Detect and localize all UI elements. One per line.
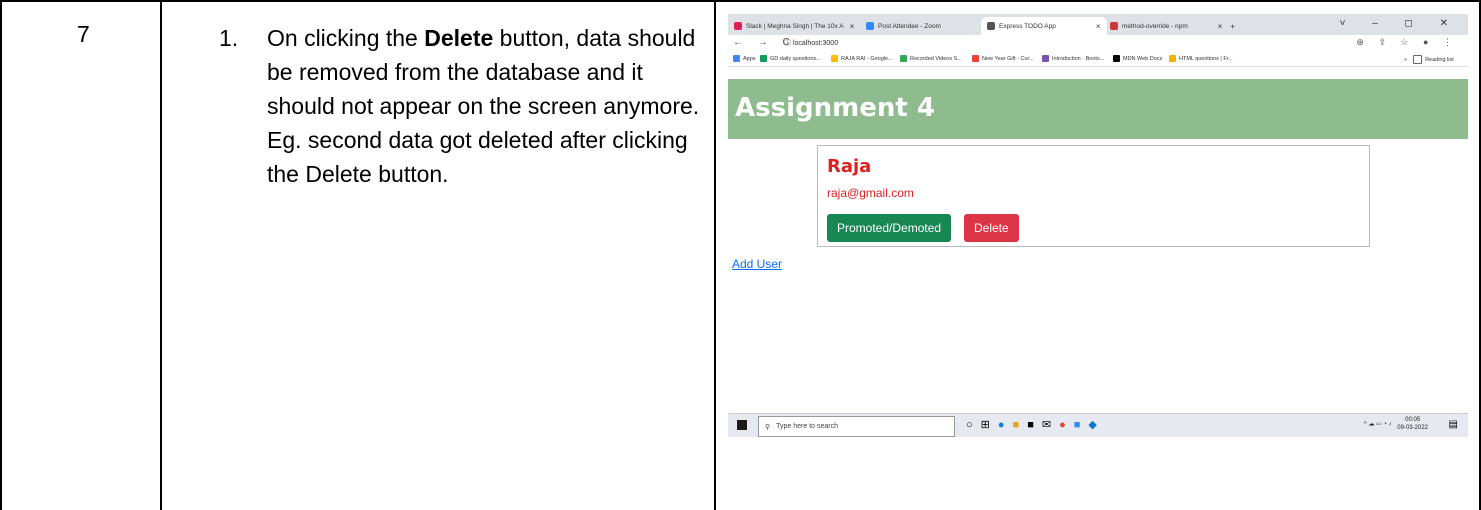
globe-icon <box>987 22 995 30</box>
bookmark-gd[interactable]: GD daily questions... <box>760 55 821 62</box>
user-name: Raja <box>827 156 872 177</box>
table-left-border <box>0 0 2 510</box>
document-table: 7 1. On clicking the Delete button, data… <box>0 0 1481 510</box>
file-explorer-icon: ■ <box>1012 419 1028 431</box>
sheets-icon <box>760 55 767 62</box>
mdn-icon <box>1113 55 1120 62</box>
reading-list-icon <box>1413 55 1423 64</box>
new-tab-icon[interactable]: + <box>1230 22 1235 31</box>
reading-list[interactable]: » Reading list <box>1404 55 1454 64</box>
page-title: Assignment 4 <box>735 93 935 123</box>
address-bar-row: ← → C ⓘ localhost:3000 ⊕ ⇪ ☆ ● ⋮ <box>728 35 1468 52</box>
clock[interactable]: 00:05 09-03-2022 <box>1397 416 1428 432</box>
user-card: Raja raja@gmail.com Promoted/Demoted Del… <box>817 145 1370 247</box>
close-icon[interactable]: × <box>1096 22 1101 31</box>
zoom-icon: ■ <box>1073 419 1089 431</box>
desc-prefix: On clicking the <box>267 25 425 51</box>
system-tray: ^ ☁ ▭ ◔ ♪ 00:05 09-03-2022 <box>1364 416 1428 432</box>
user-email: raja@gmail.com <box>827 186 914 200</box>
add-user-link[interactable]: Add User <box>732 257 782 271</box>
chrome-icon: ● <box>1059 419 1074 431</box>
description-text: On clicking the Delete button, data shou… <box>267 21 717 191</box>
vscode-icon: ◆ <box>1088 419 1105 431</box>
store-icon: ■ <box>1027 419 1042 431</box>
tab-zoom[interactable]: Post Attendee - Zoom× <box>866 17 986 35</box>
close-icon[interactable]: × <box>850 22 855 31</box>
notification-icon[interactable]: ▤ <box>1449 419 1458 430</box>
search-icon: ⚲ <box>765 423 771 431</box>
bookmarks-bar: Apps GD daily questions... RAJA RAI - Go… <box>728 52 1468 67</box>
desc-bold: Delete <box>424 25 494 51</box>
list-marker: 1. <box>219 25 239 51</box>
npm-icon <box>1110 22 1118 30</box>
windows-start-icon[interactable] <box>737 420 747 430</box>
bootstrap-icon <box>1042 55 1049 62</box>
browser-screenshot: Slack | Meghna Singh | The 10x A × Post A… <box>728 14 1468 439</box>
delete-button[interactable]: Delete <box>964 214 1019 242</box>
slack-icon <box>734 22 742 30</box>
close-icon[interactable]: × <box>1218 22 1223 31</box>
task-view-icon: ⊞ <box>980 419 998 431</box>
taskbar-apps[interactable]: ○⊞●■■✉●■◆ <box>966 418 1105 431</box>
cortana-icon: ○ <box>966 419 981 431</box>
app-header: Assignment 4 <box>728 79 1468 139</box>
browser-actions[interactable]: ⊕ ⇪ ☆ ● ⋮ <box>1356 37 1458 48</box>
drive-icon <box>900 55 907 62</box>
edge-icon: ● <box>997 419 1013 431</box>
bookmark-gift[interactable]: New Year Gift - Cur... <box>972 55 1034 62</box>
drive-icon <box>831 55 838 62</box>
column-divider <box>160 0 162 510</box>
tray-icons: ^ ☁ ▭ ◔ ♪ <box>1363 421 1392 428</box>
bookmark-bootstrap[interactable]: Introduction · Boots... <box>1042 55 1104 62</box>
bookmark-icon <box>972 55 979 62</box>
tab-npm[interactable]: method-override - npm × + <box>1110 17 1235 35</box>
taskbar-search[interactable]: ⚲ Type here to search <box>758 416 955 437</box>
row-number: 7 <box>77 21 90 47</box>
apps-icon <box>733 55 740 62</box>
windows-taskbar: ⚲ Type here to search ○⊞●■■✉●■◆ ^ ☁ ▭ ◔ ♪… <box>728 413 1468 437</box>
mail-icon: ✉ <box>1041 419 1060 431</box>
bookmark-apps[interactable]: Apps <box>733 55 756 62</box>
browser-tab-bar: Slack | Meghna Singh | The 10x A × Post A… <box>728 14 1468 35</box>
bookmark-html[interactable]: HTML questions | Fr... <box>1169 55 1233 62</box>
zoom-icon <box>866 22 874 30</box>
tab-slack[interactable]: Slack | Meghna Singh | The 10x A × <box>734 17 854 35</box>
url-field[interactable]: ⓘ localhost:3000 <box>784 38 838 48</box>
bookmark-mdn[interactable]: MDN Web Docs <box>1113 55 1162 62</box>
window-controls[interactable]: ˅ – ◻ ✕ <box>1340 18 1460 29</box>
bookmark-raja[interactable]: RAJA RAI - Google... <box>831 55 893 62</box>
tab-express-todo[interactable]: Express TODO App × <box>981 17 1107 35</box>
bookmark-recorded[interactable]: Recorded Videos S... <box>900 55 962 62</box>
table-top-border <box>0 0 1481 2</box>
promote-button[interactable]: Promoted/Demoted <box>827 214 952 242</box>
bookmark-icon <box>1169 55 1176 62</box>
